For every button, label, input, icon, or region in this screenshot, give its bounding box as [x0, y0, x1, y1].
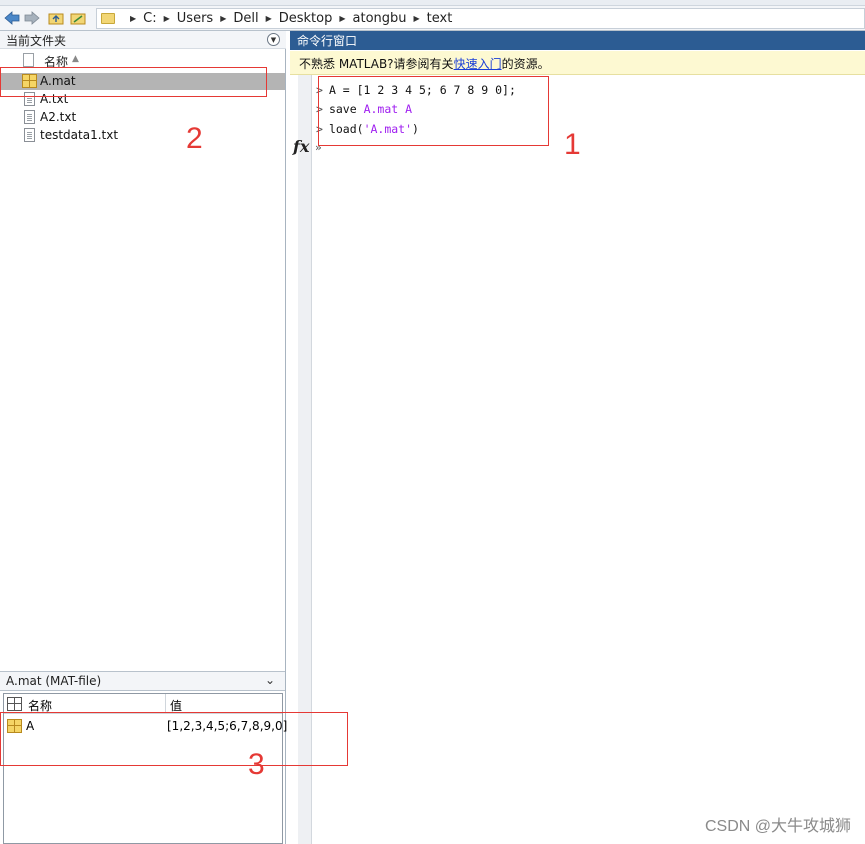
details-table-header: 名称 值 [4, 694, 282, 714]
breadcrumb-item[interactable]: atongbu [353, 11, 407, 26]
up-folder-icon[interactable] [47, 9, 65, 27]
folder-icon [101, 13, 115, 24]
chevron-right-icon: ▶ [163, 14, 170, 23]
text-file-icon [24, 128, 35, 142]
breadcrumb[interactable]: ▶ C: ▶ Users ▶ Dell ▶ Desktop ▶ atongbu … [96, 8, 865, 29]
command-window-titlebar: 命令行窗口 [290, 31, 865, 50]
address-toolbar: ▶ C: ▶ Users ▶ Dell ▶ Desktop ▶ atongbu … [0, 6, 865, 31]
panel-menu-icon[interactable]: ▼ [267, 33, 280, 46]
chevron-down-icon[interactable]: ⌄ [265, 673, 275, 687]
function-browser-icon[interactable]: fx [293, 137, 309, 156]
file-name: testdata1.txt [40, 128, 119, 142]
annotation-number-2: 2 [186, 122, 203, 155]
table-grid-icon [7, 697, 22, 711]
breadcrumb-item[interactable]: C: [143, 11, 156, 26]
file-name: A2.txt [40, 110, 77, 124]
text-file-icon [24, 110, 35, 124]
chevron-right-icon: ▶ [220, 14, 227, 23]
current-folder-header: 当前文件夹 ▼ [0, 31, 286, 49]
chevron-right-icon: ▶ [265, 14, 272, 23]
breadcrumb-item[interactable]: Desktop [279, 11, 333, 26]
sort-ascending-icon: ▲ [72, 54, 79, 64]
back-arrow-icon[interactable] [3, 9, 21, 27]
file-item-testdata1-txt[interactable]: testdata1.txt [0, 127, 285, 144]
breadcrumb-item[interactable]: text [427, 11, 453, 26]
annotation-number-3: 3 [248, 748, 265, 781]
chevron-right-icon: ▶ [339, 14, 346, 23]
watermark: CSDN @大牛攻城狮 [704, 818, 851, 835]
notice-prefix: 不熟悉 MATLAB?请参阅有关 [299, 57, 454, 71]
details-title: A.mat (MAT-file) [6, 674, 102, 688]
forward-arrow-icon[interactable] [23, 9, 41, 27]
annotation-box-2 [0, 67, 267, 97]
chevron-right-icon: ▶ [413, 14, 420, 23]
command-window-title: 命令行窗口 [297, 34, 358, 48]
browse-folder-icon[interactable] [69, 9, 87, 27]
breadcrumb-item[interactable]: Users [177, 11, 213, 26]
getting-started-notice: 不熟悉 MATLAB?请参阅有关快速入门的资源。 [290, 51, 865, 75]
details-panel-header[interactable]: A.mat (MAT-file) ⌄ [0, 671, 285, 691]
column-divider[interactable] [165, 694, 166, 714]
notice-suffix: 的资源。 [501, 57, 550, 71]
panel-title: 当前文件夹 [6, 34, 67, 48]
annotation-box-3 [0, 712, 348, 766]
breadcrumb-item[interactable]: Dell [233, 11, 258, 26]
chevron-right-icon: ▶ [130, 14, 137, 23]
annotation-box-1 [318, 76, 549, 146]
annotation-number-1: 1 [564, 128, 581, 161]
notice-text: 不熟悉 MATLAB?请参阅有关快速入门的资源。 [299, 55, 550, 72]
getting-started-link[interactable]: 快速入门 [454, 57, 502, 71]
file-item-a2-txt[interactable]: A2.txt [0, 109, 285, 126]
